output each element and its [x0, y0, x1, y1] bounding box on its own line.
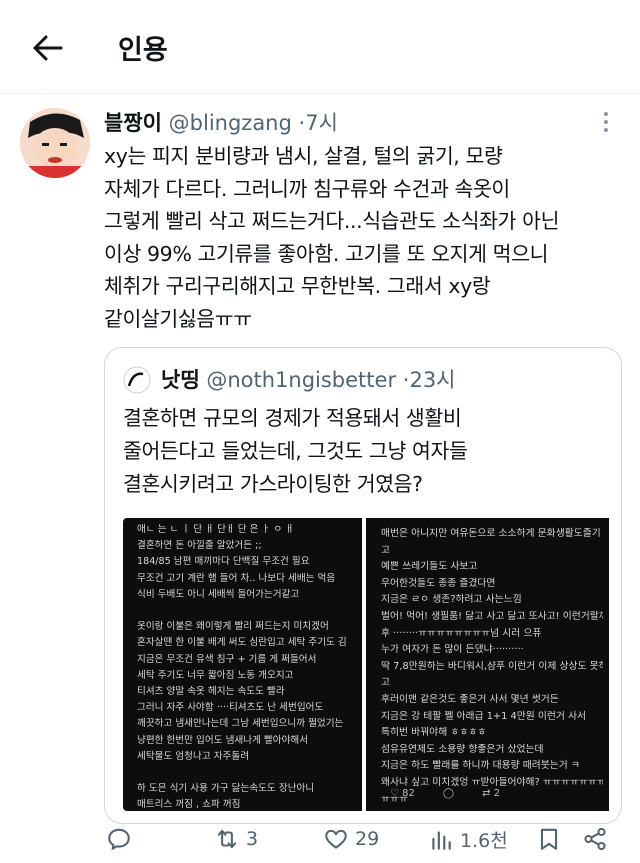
quote-author-avatar[interactable] [123, 366, 151, 394]
like-icon [325, 829, 347, 849]
bookmark-button[interactable] [536, 826, 562, 852]
reply-icon [108, 828, 130, 851]
image-text-line: 냥편한 한번만 입어도 냄새나게 빨아야해서 [137, 734, 309, 746]
image-text-line: 지금은 ㄹㅇ 생존?하려고 사는느낌 [381, 594, 522, 606]
image-text-line: 우어한것들도 종종 즐겼다면 [381, 577, 496, 589]
image-text-line: 벌어! 먹어! 생필품! 닳고 사고 닳고 또사고! 이런거랄까 [381, 610, 603, 622]
image-text-line: 혼자살땐 한 이불 배게 써도 심란입고 세탁 주기도 김 [137, 637, 347, 649]
image-text-line: 예쁜 쓰레기들도 사보고 [381, 561, 478, 573]
image-text-line: 고 [381, 544, 391, 556]
author-name[interactable]: 블짱이 [104, 111, 162, 135]
retweet-icon [217, 829, 237, 849]
back-arrow-icon [33, 35, 63, 61]
image-text-line: 결혼하면 돈 아낄줄 알았거든 ;; [137, 540, 262, 552]
author-avatar[interactable] [20, 108, 90, 178]
share-button[interactable] [582, 826, 608, 852]
image-right-stats: ♡ 82 ◯ ⇄ 2 [390, 788, 500, 799]
author-handle[interactable]: @blingzang [169, 111, 292, 135]
image-text-line [137, 603, 356, 619]
quoted-tweet[interactable]: 낫띵 @noth1ngisbetter ·23시 결혼하면 규모의 경제가 적용… [104, 347, 622, 824]
tweet-author-line: 블짱이 @blingzang ·7시 [104, 107, 338, 137]
avatar-image [20, 108, 90, 178]
back-button[interactable] [28, 30, 68, 66]
tweet-time[interactable]: 7시 [305, 111, 338, 135]
image-text-line: 티셔츠 양말 속옷 헤지는 속도도 빨라 [137, 686, 285, 698]
quote-author-name[interactable]: 낫띵 [161, 368, 200, 392]
image-text-line: 매번은 아니지만 여유돈으로 소소하게 문화생활도즐기 [381, 528, 601, 539]
image-text-line: 고 [381, 677, 391, 689]
image-text-line: 무조건 고기 계란 햄 들어 차.. 나보다 세배는 먹음 [137, 572, 336, 584]
quote-image-left[interactable]: 애ㄴ 는 ㄴ ㅣ 단 ㅐ 단ㅐ 단 은 ㅏ ㅇ ㅐ 결혼하면 돈 아낄줄 알았거든… [123, 518, 362, 811]
view-count: 1.6천 [460, 830, 508, 852]
image-right-text: 매번은 아니지만 여유돈으로 소소하게 문화생활도즐기 고 예쁜 쓰레기들도 사보고… [381, 526, 603, 808]
image-text-line: 184/85 남편 매끼마다 단백질 무조건 필요 [137, 556, 310, 568]
image-text-line [137, 765, 356, 781]
image-text-line: 그러니 자주 사야함 ····티셔츠도 난 세번입어도 [137, 702, 324, 714]
more-icon [604, 112, 608, 132]
image-text-line: 지금은 강 테팔 쩰 아래급 1+1 4만원 이런거 사서 [381, 710, 587, 722]
image-text-line: 섬유유연제도 소용량 향좋은거 샀었는데 [381, 743, 544, 755]
quote-time[interactable]: 23시 [409, 368, 455, 392]
quote-author-handle[interactable]: @noth1ngisbetter [206, 368, 396, 392]
more-button[interactable] [594, 110, 618, 134]
image-text-line: 후러이맨 같은것도 좋은거 사서 몇년 썻거든 [381, 693, 559, 705]
image-text-line: 세탁물도 엄청나고 자주돌려 [137, 750, 250, 762]
like-button[interactable]: 29 [323, 826, 379, 852]
quote-avatar-image [123, 366, 151, 394]
quote-author-line: 낫띵 @noth1ngisbetter ·23시 [161, 364, 456, 394]
image-text-line: 하 도믄 식기 사용 가구 닳는속도도 장난아니 [137, 783, 315, 795]
top-bar: 인용 [0, 0, 640, 94]
tweet-text: xy는 피지 분비량과 냄시, 살결, 털의 굵기, 모량 자체가 다르다. 그… [104, 144, 560, 331]
image-text-line: 지금은 하도 빨래를 하니까 대용량 때려붓는거 ㅋ [381, 760, 580, 772]
views-icon [432, 830, 451, 850]
image-text-line: 애ㄴ 는 ㄴ ㅣ 단 ㅐ 단ㅐ 단 은 ㅏ ㅇ ㅐ [137, 524, 295, 535]
image-text-line: 식비 두배도 아니 세배씩 들어가는거같고 [137, 588, 300, 600]
image-left-text: 애ㄴ 는 ㄴ ㅣ 단 ㅐ 단ㅐ 단 은 ㅏ ㅇ ㅐ 결혼하면 돈 아낄줄 알았거든… [137, 522, 356, 811]
page-title: 인용 [118, 35, 168, 66]
image-like-stat: ♡ 82 [390, 788, 415, 799]
image-text-line: 특히번 바꿔야해 ㅎㅎㅎㅎ [381, 727, 487, 739]
share-icon [584, 827, 606, 851]
reply-button[interactable] [106, 826, 138, 852]
action-bar: 3 29 1.6천 [0, 818, 640, 862]
image-comment-stat: ◯ [442, 788, 455, 799]
views-button[interactable]: 1.6천 [428, 826, 508, 853]
image-retweet-stat: ⇄ 2 [482, 788, 501, 799]
retweet-count: 3 [246, 828, 259, 850]
image-text-line: 매트리스 꺼짐 , 쇼파 꺼짐 [137, 799, 241, 811]
image-text-line: 지금은 무조건 유색 침구 + 기름 게 쩌들어서 [137, 653, 317, 665]
image-text-line: 세탁 주기도 너무 짧아짐 노동 개오지고 [137, 669, 294, 681]
image-text-line: 누가 여자가 돈 많이 든댔냐·········· [381, 644, 524, 656]
image-text-line: 옷이랑 이불은 왜이렇게 빨리 쩌드는지 미치겠어 [137, 621, 329, 633]
image-text-line: 깨끗하고 냄새안나는데 그남 세번입으니까 쩔었기는 [137, 718, 344, 730]
image-text-line: 후 ········ㅠㅠㅠㅠㅠㅠㅠㅠ넘 시러 으퓨 [381, 627, 542, 639]
image-text-line: 딱 7,8만원하는 바디워시,샴푸 이런거 이제 상상도 못하 [381, 660, 603, 672]
quote-text: 결혼하면 규모의 경제가 적용돼서 생활비 줄어든다고 들었는데, 그것도 그냥… [123, 406, 468, 496]
retweet-button[interactable]: 3 [214, 826, 258, 852]
bookmark-icon [540, 828, 558, 850]
quote-image-right[interactable]: 매번은 아니지만 여유돈으로 소소하게 문화생활도즐기 고 예쁜 쓰레기들도 사보고… [366, 518, 609, 811]
like-count: 29 [355, 828, 380, 850]
